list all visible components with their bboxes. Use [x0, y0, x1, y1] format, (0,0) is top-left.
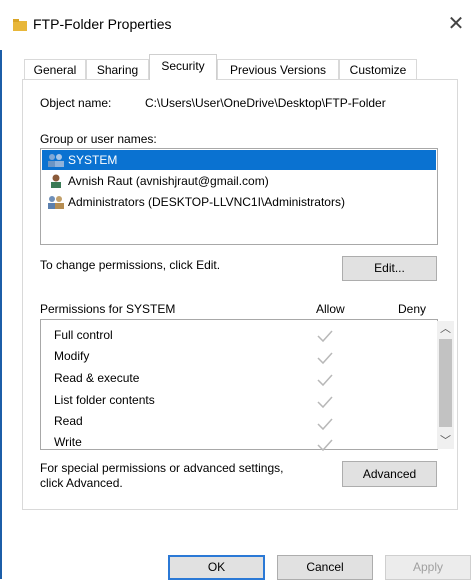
list-item-administrators[interactable]: Administrators (DESKTOP-LLVNC1I\Administ… — [42, 192, 436, 212]
permission-name: Write — [54, 435, 82, 449]
allow-checkmark-icon — [317, 374, 333, 387]
tab-customize[interactable]: Customize — [339, 59, 417, 79]
permission-name: Full control — [54, 328, 113, 342]
ok-button[interactable]: OK — [168, 555, 265, 580]
close-icon: ✕ — [447, 13, 465, 35]
user-name: Administrators (DESKTOP-LLVNC1I\Administ… — [68, 195, 345, 209]
scroll-down-button[interactable]: ﹀ — [437, 433, 454, 449]
window-left-edge — [0, 0, 2, 579]
apply-button[interactable]: Apply — [385, 555, 471, 580]
group-users-icon — [48, 154, 64, 167]
folder-icon — [13, 19, 27, 31]
scroll-thumb[interactable] — [439, 339, 452, 427]
permissions-list[interactable]: Full control Modify Read & execute List … — [40, 319, 454, 452]
allow-checkmark-icon — [317, 352, 333, 365]
allow-header: Allow — [316, 302, 345, 316]
user-name: Avnish Raut (avnishjraut@gmail.com) — [68, 174, 269, 188]
list-item-avnish-raut[interactable]: Avnish Raut (avnishjraut@gmail.com) — [42, 171, 436, 191]
permission-name: Read & execute — [54, 371, 140, 385]
special-permissions-hint-line2: click Advanced. — [40, 476, 123, 490]
deny-header: Deny — [398, 302, 427, 316]
permission-name: List folder contents — [54, 393, 155, 407]
scroll-up-button[interactable]: ︿ — [437, 321, 454, 337]
edit-button[interactable]: Edit... — [342, 256, 437, 281]
tab-previous-versions[interactable]: Previous Versions — [217, 59, 339, 79]
user-icon — [51, 174, 61, 188]
permission-name: Modify — [54, 349, 90, 363]
allow-checkmark-icon — [317, 418, 333, 431]
allow-checkmark-icon — [317, 396, 333, 409]
tab-general[interactable]: General — [24, 59, 86, 79]
tab-security[interactable]: Security — [149, 54, 217, 80]
object-name-value: C:\Users\User\OneDrive\Desktop\FTP-Folde… — [145, 96, 386, 110]
group-users-label: Group or user names: — [40, 132, 157, 146]
permission-name: Read — [54, 414, 83, 428]
cancel-button[interactable]: Cancel — [277, 555, 373, 580]
chevron-up-icon: ︿ — [440, 323, 451, 335]
permissions-scrollbar[interactable]: ︿ ﹀ — [437, 321, 454, 449]
tab-sharing[interactable]: Sharing — [86, 59, 149, 79]
permissions-for-label: Permissions for SYSTEM — [40, 302, 176, 316]
allow-checkmark-icon — [317, 330, 333, 343]
group-users-icon — [48, 196, 64, 209]
close-button[interactable]: ✕ — [444, 12, 468, 36]
advanced-button[interactable]: Advanced — [342, 461, 437, 487]
list-item-system[interactable]: SYSTEM — [42, 150, 436, 170]
title-bar[interactable]: FTP-Folder Properties ✕ — [0, 0, 471, 50]
object-name-label: Object name: — [40, 96, 112, 110]
special-permissions-hint-line1: For special permissions or advanced sett… — [40, 461, 284, 475]
group-users-list[interactable]: SYSTEM Avnish Raut (avnishjraut@gmail.co… — [40, 148, 438, 245]
user-name: SYSTEM — [68, 153, 118, 167]
change-permissions-hint: To change permissions, click Edit. — [40, 258, 221, 272]
allow-checkmark-icon — [317, 439, 333, 452]
security-tab-panel: Object name: C:\Users\User\OneDrive\Desk… — [22, 79, 458, 510]
window-title: FTP-Folder Properties — [33, 16, 172, 32]
chevron-down-icon: ﹀ — [440, 435, 451, 447]
